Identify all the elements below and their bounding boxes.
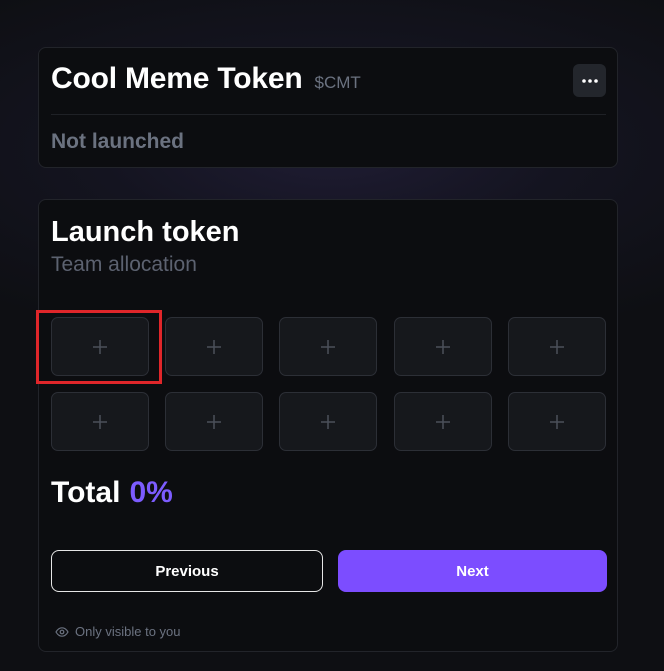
allocation-slot[interactable] <box>394 392 492 451</box>
total-row: Total 0% <box>51 476 173 510</box>
allocation-slot[interactable] <box>394 317 492 376</box>
total-value: 0% <box>129 476 173 509</box>
eye-icon <box>55 626 69 637</box>
plus-icon <box>93 414 107 429</box>
allocation-slot[interactable] <box>279 317 377 376</box>
plus-icon <box>550 414 564 429</box>
previous-button[interactable]: Previous <box>51 550 323 592</box>
token-symbol: $CMT <box>314 73 361 92</box>
plus-icon <box>550 339 564 354</box>
next-button[interactable]: Next <box>338 550 607 592</box>
allocation-slot[interactable] <box>279 392 377 451</box>
allocation-slot[interactable] <box>165 392 263 451</box>
plus-icon <box>321 414 335 429</box>
plus-icon <box>207 339 221 354</box>
more-options-button[interactable] <box>573 64 606 97</box>
header-divider <box>51 114 606 115</box>
total-label: Total <box>51 476 121 509</box>
launch-status: Not launched <box>51 130 185 153</box>
plus-icon <box>436 414 450 429</box>
visibility-note: Only visible to you <box>55 624 181 639</box>
token-name: Cool Meme Token <box>51 62 303 95</box>
token-header-card: Cool Meme Token $CMT Not launched <box>38 47 618 168</box>
launch-token-card: Launch token Team allocation Total 0% Pr… <box>36 199 618 652</box>
visibility-note-text: Only visible to you <box>75 624 181 639</box>
more-horizontal-icon <box>581 78 598 83</box>
plus-icon <box>207 414 221 429</box>
allocation-slot[interactable] <box>165 317 263 376</box>
launch-title: Launch token <box>51 216 240 248</box>
allocation-slot[interactable] <box>508 317 606 376</box>
allocation-slot[interactable] <box>51 317 149 376</box>
allocation-slot[interactable] <box>51 392 149 451</box>
plus-icon <box>436 339 450 354</box>
launch-subtitle: Team allocation <box>51 253 197 276</box>
token-title-row: Cool Meme Token $CMT <box>51 62 361 96</box>
allocation-slot[interactable] <box>508 392 606 451</box>
plus-icon <box>321 339 335 354</box>
plus-icon <box>93 339 107 354</box>
